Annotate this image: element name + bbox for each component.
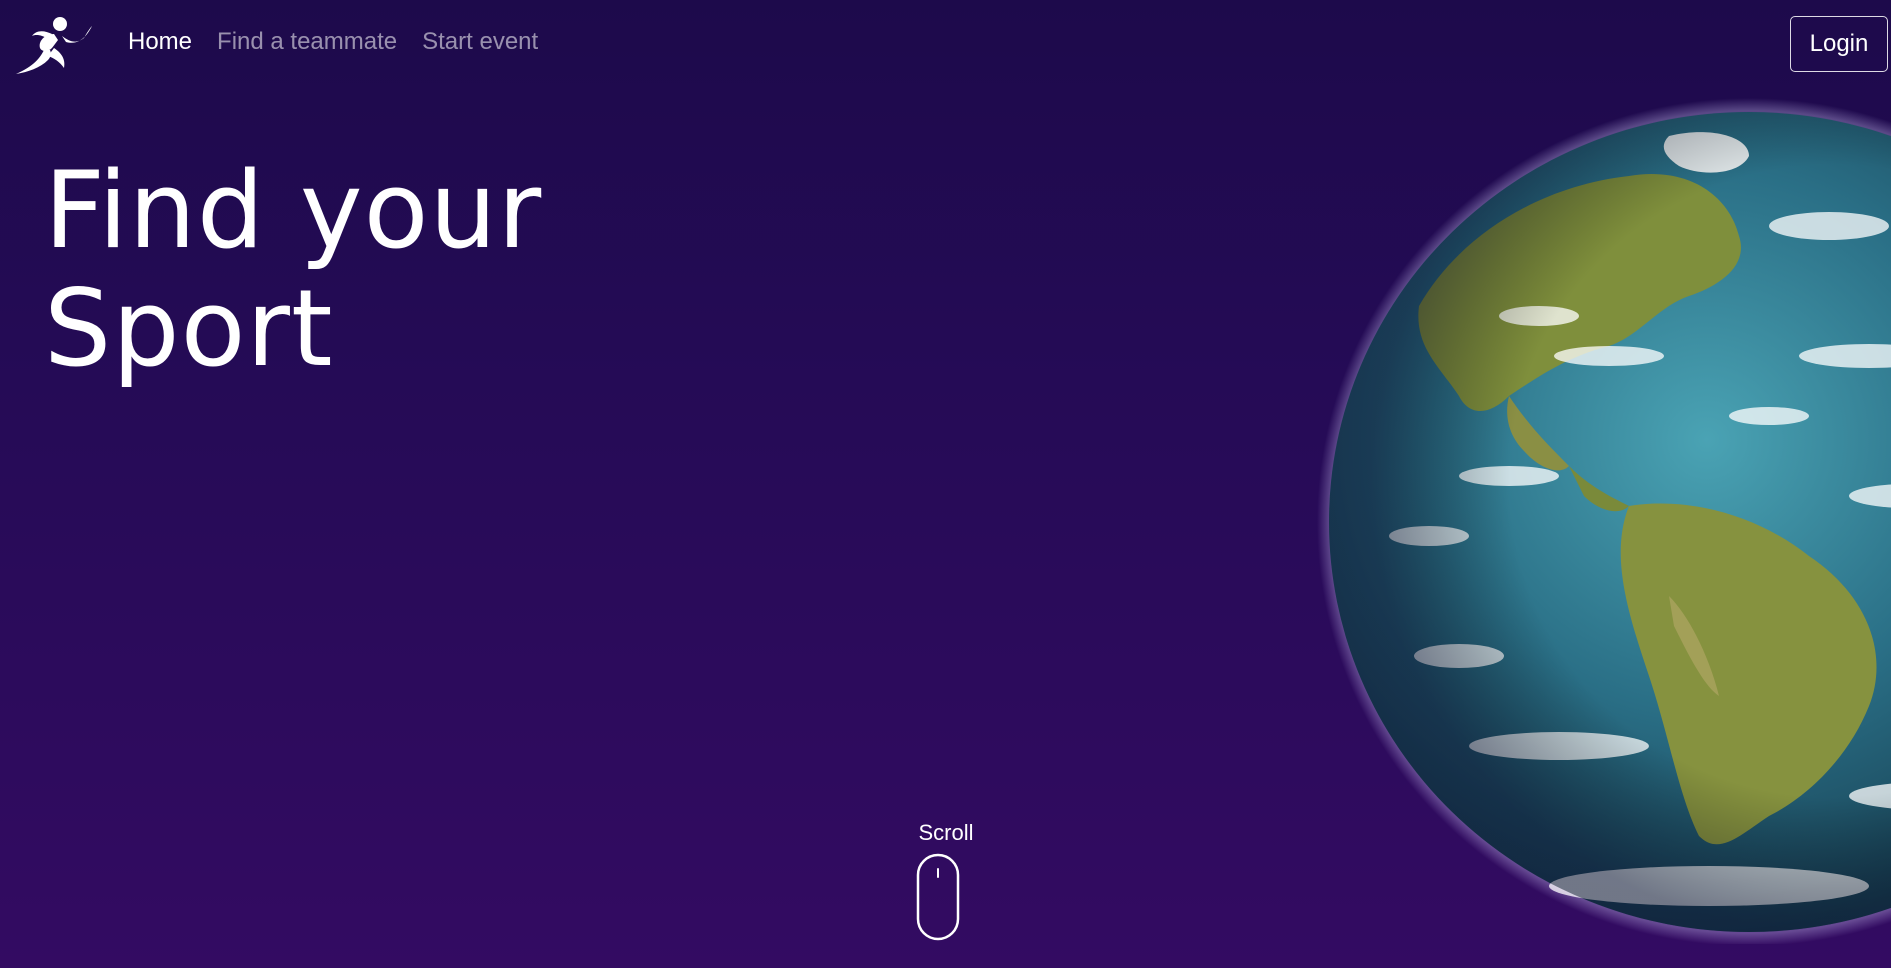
earth-globe [1305,90,1891,950]
scroll-label: Scroll [918,820,974,845]
navbar: Home Find a teammate Start event Login [0,0,1891,88]
hero-title: Find your Sport [44,152,644,388]
nav-links: Home Find a teammate Start event [128,28,538,56]
hero-title-line2: Sport [44,267,334,390]
nav-home-link[interactable]: Home [128,28,192,56]
login-button[interactable]: Login [1790,16,1888,72]
nav-start-event-link[interactable]: Start event [422,28,538,56]
mouse-icon[interactable] [916,853,960,941]
hero-title-line1: Find your [44,149,543,272]
runner-icon[interactable] [14,12,94,78]
earth-globe-image [1317,98,1891,944]
nav-find-teammate-link[interactable]: Find a teammate [217,28,397,56]
